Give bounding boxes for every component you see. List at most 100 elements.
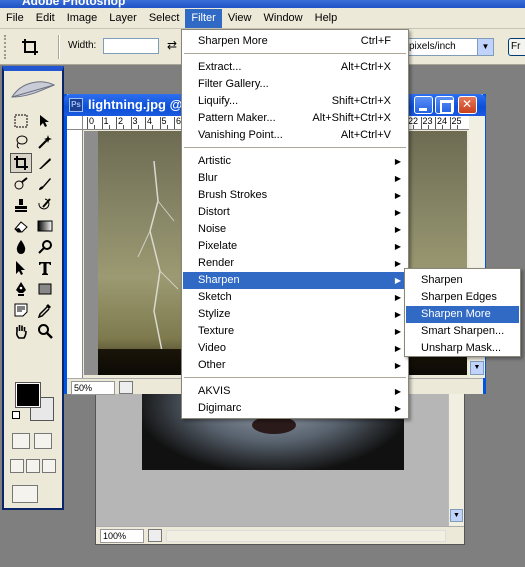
path-selection-tool-icon[interactable] xyxy=(10,258,32,278)
slice-tool-icon[interactable] xyxy=(34,153,56,173)
menu-item-render[interactable]: Render ▶ xyxy=(183,255,407,272)
foreground-color-swatch[interactable] xyxy=(15,382,41,408)
eyedropper-tool-icon[interactable] xyxy=(34,300,56,320)
menu-item-extract[interactable]: Extract... Alt+Ctrl+X xyxy=(183,59,407,76)
menu-item-stylize[interactable]: Stylize ▶ xyxy=(183,306,407,323)
swap-dimensions-icon[interactable]: ⇄ xyxy=(167,38,177,52)
menu-layer[interactable]: Layer xyxy=(103,9,143,28)
menu-bar: File Edit Image Layer Select Filter View… xyxy=(0,8,525,29)
menu-item-video[interactable]: Video ▶ xyxy=(183,340,407,357)
ruler-tick xyxy=(420,117,422,129)
dodge-tool-icon[interactable] xyxy=(34,237,56,257)
close-button[interactable] xyxy=(458,96,477,114)
menu-item-texture[interactable]: Texture ▶ xyxy=(183,323,407,340)
full-screen-mode-icon[interactable] xyxy=(42,459,56,473)
menu-item-artistic[interactable]: Artistic ▶ xyxy=(183,153,407,170)
menu-item-pattern-maker[interactable]: Pattern Maker... Alt+Shift+Ctrl+X xyxy=(183,110,407,127)
back-vertical-scrollbar[interactable]: ▼ xyxy=(448,386,464,526)
eraser-tool-icon[interactable] xyxy=(10,216,32,236)
menu-image[interactable]: Image xyxy=(61,9,104,28)
move-tool-icon[interactable] xyxy=(34,111,56,131)
feather-logo-icon[interactable] xyxy=(8,75,58,105)
crop-tool-selected-icon[interactable] xyxy=(10,153,32,173)
submenu-item-sharpen[interactable]: Sharpen xyxy=(406,272,519,289)
lasso-tool-icon[interactable] xyxy=(10,132,32,152)
menu-window[interactable]: Window xyxy=(258,9,309,28)
front-image-button[interactable]: Fr xyxy=(508,38,525,56)
history-brush-tool-icon[interactable] xyxy=(34,195,56,215)
notes-tool-icon[interactable] xyxy=(10,300,32,320)
menu-item-label: Filter Gallery... xyxy=(198,78,269,90)
gradient-tool-icon[interactable] xyxy=(34,216,56,236)
menu-item-distort[interactable]: Distort ▶ xyxy=(183,204,407,221)
menu-item-sketch[interactable]: Sketch ▶ xyxy=(183,289,407,306)
menu-item-brush-strokes[interactable]: Brush Strokes ▶ xyxy=(183,187,407,204)
full-screen-menubar-mode-icon[interactable] xyxy=(26,459,40,473)
back-status-menu-icon[interactable] xyxy=(148,529,162,542)
ruler-minor-tick xyxy=(94,125,96,129)
stamp-tool-icon[interactable] xyxy=(10,195,32,215)
pen-tool-icon[interactable] xyxy=(10,279,32,299)
ruler-number: 0 xyxy=(89,116,95,126)
menu-item-vanishing-point[interactable]: Vanishing Point... Alt+Ctrl+V xyxy=(183,127,407,144)
menu-item-liquify[interactable]: Liquify... Shift+Ctrl+X xyxy=(183,93,407,110)
standard-mode-icon[interactable] xyxy=(12,433,30,449)
maximize-button[interactable] xyxy=(435,96,454,114)
menu-item-label: Extract... xyxy=(198,61,242,73)
menu-item-digimarc[interactable]: Digimarc ▶ xyxy=(183,400,407,417)
ruler-tick xyxy=(159,117,161,129)
type-tool-icon[interactable] xyxy=(34,258,56,278)
blur-tool-icon[interactable] xyxy=(10,237,32,257)
scroll-down-arrow-icon[interactable]: ▼ xyxy=(470,361,484,375)
jump-to-imageready-icon[interactable] xyxy=(12,485,38,503)
ruler-tick xyxy=(87,117,88,129)
menu-filter[interactable]: Filter xyxy=(185,8,222,28)
chevron-down-icon[interactable]: ▼ xyxy=(477,39,493,55)
menu-item-akvis[interactable]: AKVIS ▶ xyxy=(183,383,407,400)
submenu-item-unsharp-mask[interactable]: Unsharp Mask... xyxy=(406,340,519,357)
zoom-tool-icon[interactable] xyxy=(34,321,56,341)
menu-item-pixelate[interactable]: Pixelate ▶ xyxy=(183,238,407,255)
standard-screen-mode-icon[interactable] xyxy=(10,459,24,473)
menu-separator xyxy=(184,377,406,378)
menu-item-label: Artistic xyxy=(198,155,231,167)
quick-mask-mode-icon[interactable] xyxy=(34,433,52,449)
scroll-down-arrow-icon[interactable]: ▼ xyxy=(450,509,463,522)
menu-item-filter-gallery[interactable]: Filter Gallery... xyxy=(183,76,407,93)
front-zoom-field[interactable]: 50% xyxy=(71,381,115,395)
hand-tool-icon[interactable] xyxy=(10,321,32,341)
menu-item-sharpen-more-repeat[interactable]: Sharpen More Ctrl+F xyxy=(183,33,407,50)
vertical-ruler[interactable] xyxy=(67,130,83,378)
brush-tool-icon[interactable] xyxy=(34,174,56,194)
minimize-button[interactable] xyxy=(414,96,433,114)
submenu-item-smart-sharpen[interactable]: Smart Sharpen... xyxy=(406,323,519,340)
back-status-bar: 100% xyxy=(96,526,464,544)
resolution-units-select[interactable]: pixels/inch ▼ xyxy=(404,38,494,56)
back-horizontal-scrollbar[interactable] xyxy=(166,530,446,542)
marquee-tool-icon[interactable] xyxy=(10,111,32,131)
menu-item-sharpen[interactable]: Sharpen ▶ xyxy=(183,272,407,289)
menu-help[interactable]: Help xyxy=(309,9,344,28)
app-title-bar: Adobe Photoshop xyxy=(0,0,525,8)
menu-item-blur[interactable]: Blur ▶ xyxy=(183,170,407,187)
rectangle-shape-tool-icon[interactable] xyxy=(34,279,56,299)
width-input[interactable] xyxy=(103,38,159,54)
submenu-arrow-icon: ▶ xyxy=(394,276,401,285)
menu-view[interactable]: View xyxy=(222,9,258,28)
healing-brush-tool-icon[interactable] xyxy=(10,174,32,194)
menu-file[interactable]: File xyxy=(0,9,30,28)
menu-item-other[interactable]: Other ▶ xyxy=(183,357,407,374)
submenu-arrow-icon: ▶ xyxy=(394,225,401,234)
menu-edit[interactable]: Edit xyxy=(30,9,61,28)
ruler-origin[interactable] xyxy=(67,116,83,130)
magic-wand-tool-icon[interactable] xyxy=(34,132,56,152)
menu-select[interactable]: Select xyxy=(143,9,186,28)
default-colors-icon[interactable] xyxy=(12,411,20,419)
submenu-item-sharpen-edges[interactable]: Sharpen Edges xyxy=(406,289,519,306)
menu-item-noise[interactable]: Noise ▶ xyxy=(183,221,407,238)
back-zoom-field[interactable]: 100% xyxy=(100,529,144,543)
submenu-item-sharpen-more[interactable]: Sharpen More xyxy=(406,306,519,323)
options-grip[interactable] xyxy=(4,35,8,59)
crop-tool-icon[interactable] xyxy=(20,37,40,57)
front-status-menu-icon[interactable] xyxy=(119,381,133,394)
